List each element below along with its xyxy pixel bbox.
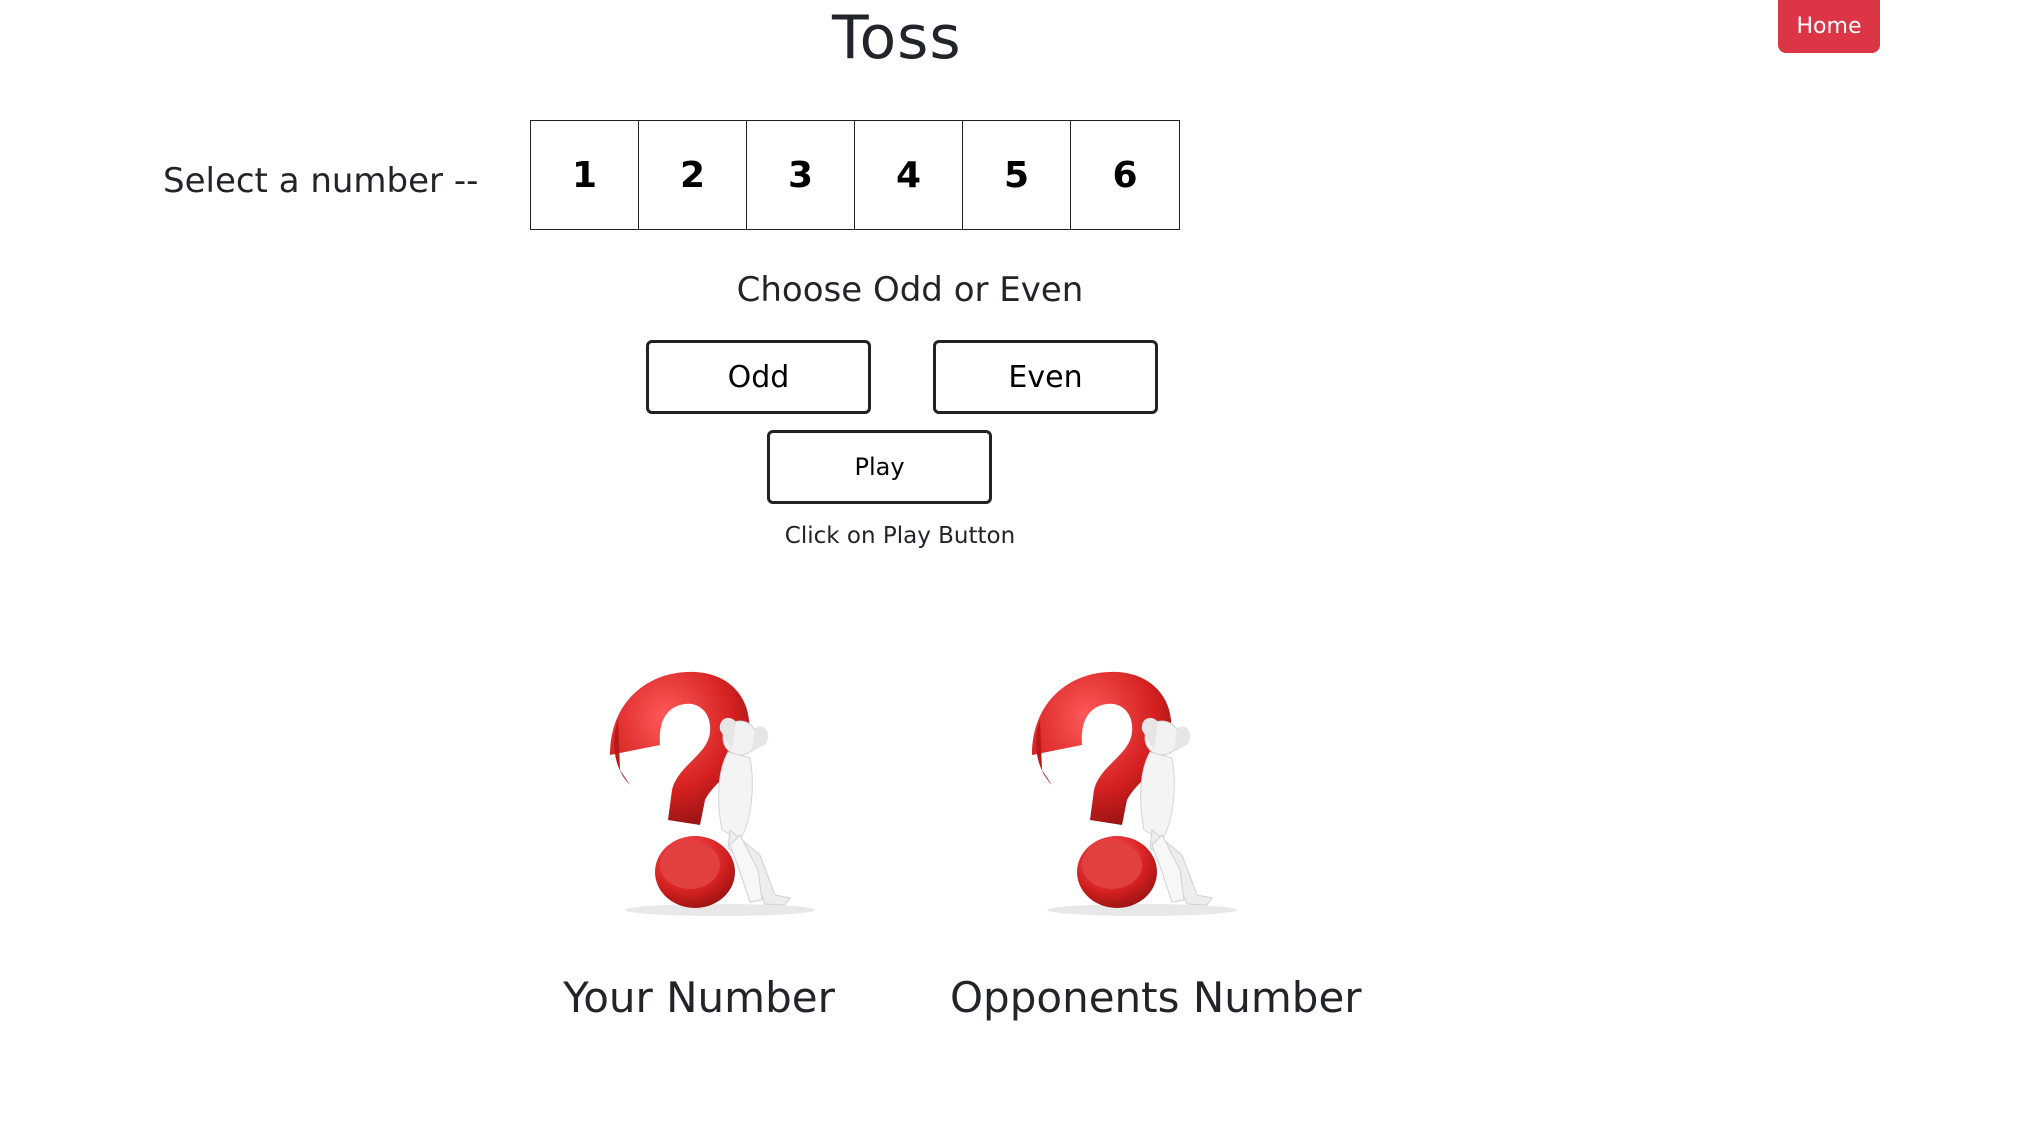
select-number-label: Select a number -- xyxy=(163,161,479,201)
parity-heading: Choose Odd or Even xyxy=(736,270,1084,310)
number-option-2[interactable]: 2 xyxy=(639,121,747,229)
your-number-image xyxy=(590,660,830,920)
even-button[interactable]: Even xyxy=(933,340,1158,414)
opponent-number-image xyxy=(1012,660,1252,920)
toss-page: Toss Home Select a number -- 1 2 3 4 5 6… xyxy=(0,0,2024,1124)
play-hint: Click on Play Button xyxy=(784,523,1016,549)
question-mark-figure-icon xyxy=(610,671,815,916)
page-title: Toss xyxy=(832,3,962,73)
home-button[interactable]: Home xyxy=(1778,0,1880,53)
question-mark-figure-icon xyxy=(1032,671,1237,916)
number-option-6[interactable]: 6 xyxy=(1071,121,1179,229)
number-selector: 1 2 3 4 5 6 xyxy=(530,120,1180,230)
number-option-3[interactable]: 3 xyxy=(747,121,855,229)
opponent-number-label: Opponents Number xyxy=(950,973,1362,1022)
number-option-1[interactable]: 1 xyxy=(531,121,639,229)
play-button[interactable]: Play xyxy=(767,430,992,504)
number-option-4[interactable]: 4 xyxy=(855,121,963,229)
number-option-5[interactable]: 5 xyxy=(963,121,1071,229)
your-number-label: Your Number xyxy=(563,973,835,1022)
odd-button[interactable]: Odd xyxy=(646,340,871,414)
